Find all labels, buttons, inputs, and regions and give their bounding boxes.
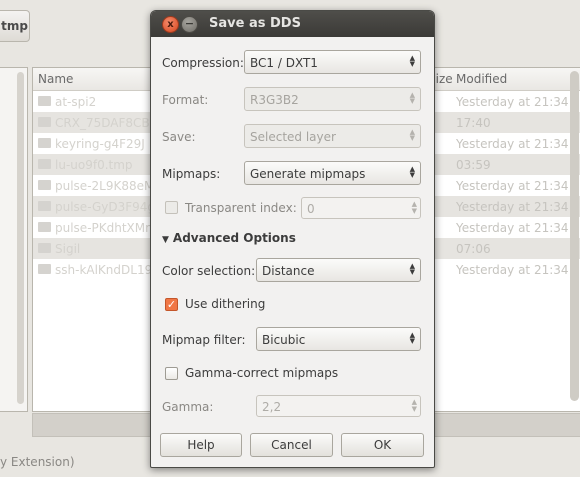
folder-icon bbox=[38, 264, 51, 274]
combo-arrows-icon: ▲ ▼ bbox=[409, 128, 415, 142]
combo-arrows-icon: ▲ ▼ bbox=[409, 165, 415, 179]
color-selection-value: Distance bbox=[262, 264, 315, 278]
dialog-title: Save as DDS bbox=[209, 16, 301, 31]
places-sidebar bbox=[0, 67, 28, 412]
dialog-titlebar[interactable]: x − Save as DDS bbox=[151, 11, 434, 37]
format-value: R3G3B2 bbox=[250, 93, 299, 107]
advanced-options-label: Advanced Options bbox=[172, 231, 296, 245]
file-list-scrollbar[interactable] bbox=[570, 71, 579, 401]
cancel-button[interactable]: Cancel bbox=[250, 433, 333, 457]
file-modified: Yesterday at 21:34 bbox=[456, 221, 569, 235]
combo-arrows-icon: ▲ ▼ bbox=[409, 331, 415, 345]
spinner-arrows-icon: ▲ ▼ bbox=[411, 398, 417, 413]
file-modified: Yesterday at 21:34 bbox=[456, 200, 569, 214]
file-name: pulse-GyD3F94g bbox=[55, 200, 156, 214]
transparent-index-spinner: 0 ▲ ▼ bbox=[301, 197, 421, 219]
mipmap-filter-label: Mipmap filter: bbox=[162, 333, 246, 347]
sidebar-scrollbar[interactable] bbox=[17, 72, 24, 404]
mipmaps-label: Mipmaps: bbox=[162, 167, 221, 181]
transparent-index-value: 0 bbox=[307, 202, 315, 216]
combo-arrows-icon: ▲ ▼ bbox=[409, 91, 415, 105]
save-value: Selected layer bbox=[250, 130, 336, 144]
use-dithering-label[interactable]: Use dithering bbox=[185, 297, 265, 311]
folder-icon bbox=[38, 243, 51, 253]
format-label: Format: bbox=[162, 93, 209, 107]
column-header-modified[interactable]: Modified bbox=[456, 72, 507, 86]
file-modified: Yesterday at 21:34 bbox=[456, 137, 569, 151]
folder-icon bbox=[38, 117, 51, 127]
column-header-name[interactable]: Name bbox=[38, 72, 73, 86]
file-name: Sigil bbox=[55, 242, 81, 256]
gamma-correct-checkbox[interactable] bbox=[165, 367, 178, 380]
file-name: pulse-PKdhtXMm bbox=[55, 221, 157, 235]
file-modified: Yesterday at 21:34 bbox=[456, 95, 569, 109]
file-name: ssh-kAlKndDL192 bbox=[55, 263, 160, 277]
combo-arrows-icon: ▲ ▼ bbox=[409, 262, 415, 276]
color-selection-select[interactable]: Distance ▲ ▼ bbox=[256, 258, 421, 282]
mipmap-filter-select[interactable]: Bicubic ▲ ▼ bbox=[256, 327, 421, 351]
file-modified: 03:59 bbox=[456, 158, 491, 172]
folder-icon bbox=[38, 222, 51, 232]
folder-icon bbox=[38, 138, 51, 148]
format-select: R3G3B2 ▲ ▼ bbox=[244, 87, 421, 111]
gamma-correct-label[interactable]: Gamma-correct mipmaps bbox=[185, 366, 338, 380]
save-label: Save: bbox=[162, 130, 196, 144]
minimize-icon[interactable]: − bbox=[181, 16, 198, 33]
gamma-value: 2,2 bbox=[262, 400, 282, 414]
folder-icon bbox=[38, 159, 51, 169]
expander-triangle-icon: ▼ bbox=[162, 235, 169, 245]
file-type-filter-text[interactable]: y Extension) bbox=[0, 455, 75, 469]
file-modified: Yesterday at 21:34 bbox=[456, 263, 569, 277]
gamma-label: Gamma: bbox=[162, 400, 214, 414]
advanced-options-expander[interactable]: ▼ Advanced Options bbox=[162, 231, 296, 245]
file-name: pulse-2L9K88eM bbox=[55, 179, 155, 193]
spinner-arrows-icon: ▲ ▼ bbox=[411, 200, 417, 215]
mipmap-filter-value: Bicubic bbox=[262, 333, 306, 347]
compression-value: BC1 / DXT1 bbox=[250, 56, 318, 70]
file-name: at-spi2 bbox=[55, 95, 97, 109]
transparent-index-label: Transparent index: bbox=[185, 201, 297, 215]
file-modified: Yesterday at 21:34 bbox=[456, 179, 569, 193]
ok-button[interactable]: OK bbox=[341, 433, 424, 457]
color-selection-label: Color selection: bbox=[162, 264, 256, 278]
file-modified: 17:40 bbox=[456, 116, 491, 130]
mipmaps-select[interactable]: Generate mipmaps ▲ ▼ bbox=[244, 161, 421, 185]
folder-icon bbox=[38, 180, 51, 190]
save-select: Selected layer ▲ ▼ bbox=[244, 124, 421, 148]
combo-arrows-icon: ▲ ▼ bbox=[409, 54, 415, 68]
help-button[interactable]: Help bbox=[160, 433, 242, 457]
gamma-spinner: 2,2 ▲ ▼ bbox=[256, 395, 421, 417]
compression-select[interactable]: BC1 / DXT1 ▲ ▼ bbox=[244, 50, 421, 74]
transparent-index-checkbox bbox=[165, 201, 178, 214]
file-name: CRX_75DAF8CB7 bbox=[55, 116, 158, 130]
mipmaps-value: Generate mipmaps bbox=[250, 167, 366, 181]
close-icon[interactable]: x bbox=[162, 16, 179, 33]
compression-label: Compression: bbox=[162, 56, 244, 70]
file-name: lu-uo9f0.tmp bbox=[55, 158, 133, 172]
use-dithering-checkbox[interactable]: ✓ bbox=[165, 298, 178, 311]
file-name: keyring-g4F29J bbox=[55, 137, 145, 151]
folder-icon bbox=[38, 96, 51, 106]
path-button-tmp[interactable]: tmp bbox=[0, 10, 30, 42]
file-modified: 07:06 bbox=[456, 242, 491, 256]
folder-icon bbox=[38, 201, 51, 211]
save-as-dds-dialog: x − Save as DDS Compression: BC1 / DXT1 … bbox=[150, 10, 435, 468]
